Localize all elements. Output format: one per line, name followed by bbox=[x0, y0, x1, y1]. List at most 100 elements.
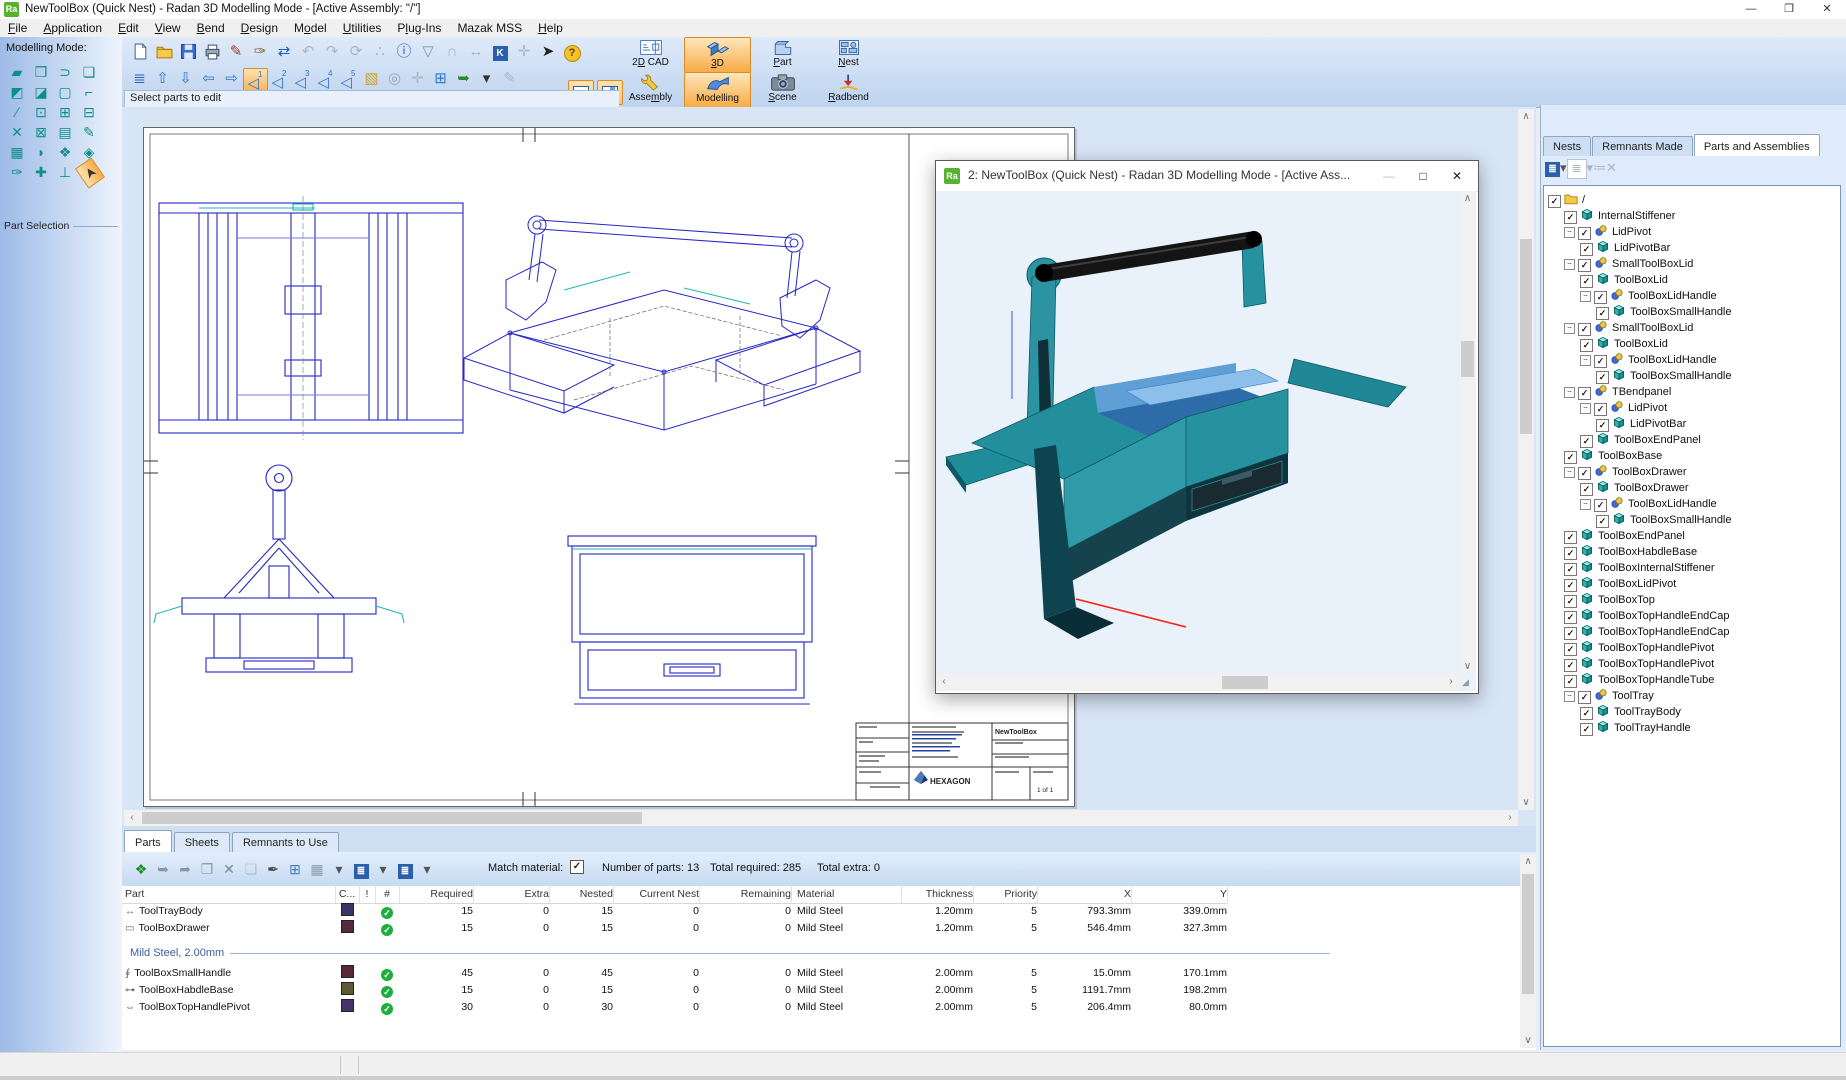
tree-item-label[interactable]: ToolBoxDrawer bbox=[1612, 466, 1687, 478]
collapse-icon[interactable]: − bbox=[1564, 691, 1575, 702]
tree-item-label[interactable]: ToolBoxBase bbox=[1598, 450, 1662, 462]
tree-row[interactable]: ✓LidPivotBar bbox=[1580, 238, 1670, 254]
panel-icon[interactable]: ❏ bbox=[78, 63, 100, 81]
move-icon[interactable]: ✛ bbox=[406, 68, 429, 90]
float-minimize-button[interactable]: — bbox=[1372, 169, 1406, 183]
tree-row[interactable]: ✓ToolBoxDrawer bbox=[1580, 478, 1689, 494]
part-color-swatch[interactable] bbox=[341, 965, 354, 978]
view-list-dropdown-icon[interactable]: ▾ bbox=[372, 858, 394, 880]
menu-mazak-mss[interactable]: Mazak MSS bbox=[449, 19, 530, 37]
snap-icon[interactable]: ✛ bbox=[512, 40, 536, 64]
tree-row[interactable]: ✓ToolBoxTopHandleTube bbox=[1564, 670, 1714, 686]
tree-checkbox[interactable]: ✓ bbox=[1580, 723, 1593, 736]
tree-row[interactable]: ✓ToolBoxTopHandleEndCap bbox=[1564, 606, 1729, 622]
collapse-icon[interactable]: − bbox=[1580, 499, 1591, 510]
group-list-dropdown-icon[interactable]: ▾ bbox=[416, 858, 438, 880]
tree-row[interactable]: ✓ToolBoxSmallHandle bbox=[1596, 510, 1732, 526]
tree-row[interactable]: ✓ToolBoxEndPanel bbox=[1564, 526, 1685, 542]
undo-icon[interactable]: ↶ bbox=[296, 40, 320, 64]
column-header-priority[interactable]: Priority bbox=[973, 886, 1038, 903]
tree-item-label[interactable]: LidPivot bbox=[1628, 402, 1667, 414]
help-icon[interactable]: ? bbox=[560, 40, 584, 64]
tree-row[interactable]: ✓ToolTrayBody bbox=[1580, 702, 1681, 718]
overlap-icon[interactable]: ⊠ bbox=[30, 123, 52, 141]
table-icon[interactable]: ⊞ bbox=[284, 858, 306, 880]
column-header-c-[interactable]: C... bbox=[335, 886, 360, 903]
display-mode-icon[interactable]: ≣ bbox=[1545, 158, 1560, 178]
tree-item-label[interactable]: ToolTray bbox=[1612, 690, 1654, 702]
view-3-icon[interactable]: ◁3 bbox=[291, 68, 314, 90]
tree-item-label[interactable]: ToolBoxEndPanel bbox=[1614, 434, 1701, 446]
open-icon[interactable] bbox=[152, 40, 176, 64]
select-cursor-icon[interactable]: ➤ bbox=[75, 157, 105, 188]
restore-button[interactable]: ❐ bbox=[1770, 0, 1808, 19]
mode-modelling-button[interactable]: Modelling bbox=[684, 72, 751, 108]
tree-row[interactable]: ✓ToolBoxHabdleBase bbox=[1564, 542, 1697, 558]
folded-sheet-icon[interactable]: ❒ bbox=[30, 63, 52, 81]
kbd-icon[interactable]: K bbox=[488, 40, 512, 64]
measure-icon[interactable]: ✎ bbox=[224, 40, 248, 64]
tree-row[interactable]: ✓ToolBoxTopHandlePivot bbox=[1564, 654, 1714, 670]
menu-bend[interactable]: Bend bbox=[189, 19, 233, 37]
mode-part-button[interactable]: Part bbox=[750, 37, 815, 71]
swap-windows-icon[interactable]: ⇄ bbox=[272, 40, 296, 64]
tree-row[interactable]: ✓ToolBoxSmallHandle bbox=[1596, 302, 1732, 318]
scroll-thumb[interactable] bbox=[142, 812, 642, 824]
tree-row[interactable]: ✓/ bbox=[1548, 190, 1585, 206]
target-icon[interactable]: ◎ bbox=[383, 68, 406, 90]
minimize-button[interactable]: — bbox=[1732, 0, 1770, 19]
open-part-icon[interactable]: ❏ bbox=[240, 858, 262, 880]
tree-item-label[interactable]: LidPivot bbox=[1612, 226, 1651, 238]
tree-item-label[interactable]: ToolBoxTopHandlePivot bbox=[1598, 642, 1714, 654]
vertices-icon[interactable]: ∴ bbox=[368, 40, 392, 64]
fold-icon[interactable]: ◪ bbox=[30, 83, 52, 101]
match-material-checkbox[interactable]: ✓ bbox=[570, 860, 584, 874]
left-icon[interactable]: ⇦ bbox=[197, 68, 220, 90]
scroll-thumb[interactable] bbox=[1222, 676, 1268, 689]
down-icon[interactable]: ⇩ bbox=[174, 68, 197, 90]
tree-row[interactable]: −✓SmallToolBoxLid bbox=[1564, 318, 1693, 334]
edit-pen-icon[interactable]: ✎ bbox=[78, 123, 100, 141]
tree-row[interactable]: ✓ToolBoxTopHandlePivot bbox=[1564, 638, 1714, 654]
tree-item-label[interactable]: SmallToolBoxLid bbox=[1612, 322, 1693, 334]
scroll-up-icon[interactable]: ∧ bbox=[1459, 193, 1476, 204]
viewport-vertical-scrollbar[interactable]: ∧∨ bbox=[1459, 191, 1476, 674]
scroll-up-icon[interactable]: ∧ bbox=[1520, 856, 1536, 867]
part-name[interactable]: ToolBoxDrawer bbox=[138, 922, 209, 934]
tree-item-label[interactable]: InternalStiffener bbox=[1598, 210, 1675, 222]
probe-icon[interactable]: ✑ bbox=[248, 40, 272, 64]
tree-item-label[interactable]: ToolTrayHandle bbox=[1614, 722, 1691, 734]
datum-icon[interactable]: ⊥ bbox=[54, 163, 76, 181]
tree-item-label[interactable]: ToolBoxTopHandleTube bbox=[1598, 674, 1714, 686]
tree-item-label[interactable]: ToolBoxTopHandlePivot bbox=[1598, 658, 1714, 670]
column-header-part[interactable]: Part bbox=[125, 886, 336, 903]
magnet-icon[interactable]: ∩ bbox=[440, 40, 464, 64]
tree-item-label[interactable]: / bbox=[1582, 194, 1585, 206]
tab-nests[interactable]: Nests bbox=[1543, 136, 1591, 156]
dimension-icon[interactable]: ↔ bbox=[464, 40, 488, 64]
info-icon[interactable]: ⓘ bbox=[392, 40, 416, 64]
right-icon[interactable]: ⇨ bbox=[220, 68, 243, 90]
menu-plug-ins[interactable]: Plug-Ins bbox=[389, 19, 449, 37]
up-icon[interactable]: ⇧ bbox=[151, 68, 174, 90]
tree-row[interactable]: −✓ToolBoxLidHandle bbox=[1580, 286, 1717, 302]
column-header-y[interactable]: Y bbox=[1131, 886, 1228, 903]
tree-item-label[interactable]: ToolBoxSmallHandle bbox=[1630, 306, 1732, 318]
collapse-icon[interactable]: − bbox=[1564, 259, 1575, 270]
image-dropdown-icon[interactable]: ▾ bbox=[328, 858, 350, 880]
collapse-icon[interactable]: − bbox=[1564, 467, 1575, 478]
grid-icon[interactable]: ▦ bbox=[6, 143, 28, 161]
tab-remnants-to-use[interactable]: Remnants to Use bbox=[232, 832, 339, 852]
3d-viewport[interactable]: ∧∨ ‹› ◢ bbox=[936, 191, 1476, 691]
canvas-vertical-scrollbar[interactable]: ∧∨ bbox=[1518, 109, 1534, 810]
pin-icon[interactable]: ✒ bbox=[262, 858, 284, 880]
scroll-down-icon[interactable]: ∨ bbox=[1520, 1035, 1536, 1046]
mode-assembly-button[interactable]: Assembly bbox=[618, 72, 683, 106]
menu-view[interactable]: View bbox=[147, 19, 189, 37]
collapse-icon[interactable]: − bbox=[1564, 387, 1575, 398]
structure-icon[interactable]: ≣ bbox=[128, 68, 151, 90]
tree-item-label[interactable]: ToolBoxDrawer bbox=[1614, 482, 1689, 494]
menu-edit[interactable]: Edit bbox=[110, 19, 147, 37]
axes-icon[interactable]: ✚ bbox=[30, 163, 52, 181]
menu-file[interactable]: File bbox=[0, 19, 35, 37]
